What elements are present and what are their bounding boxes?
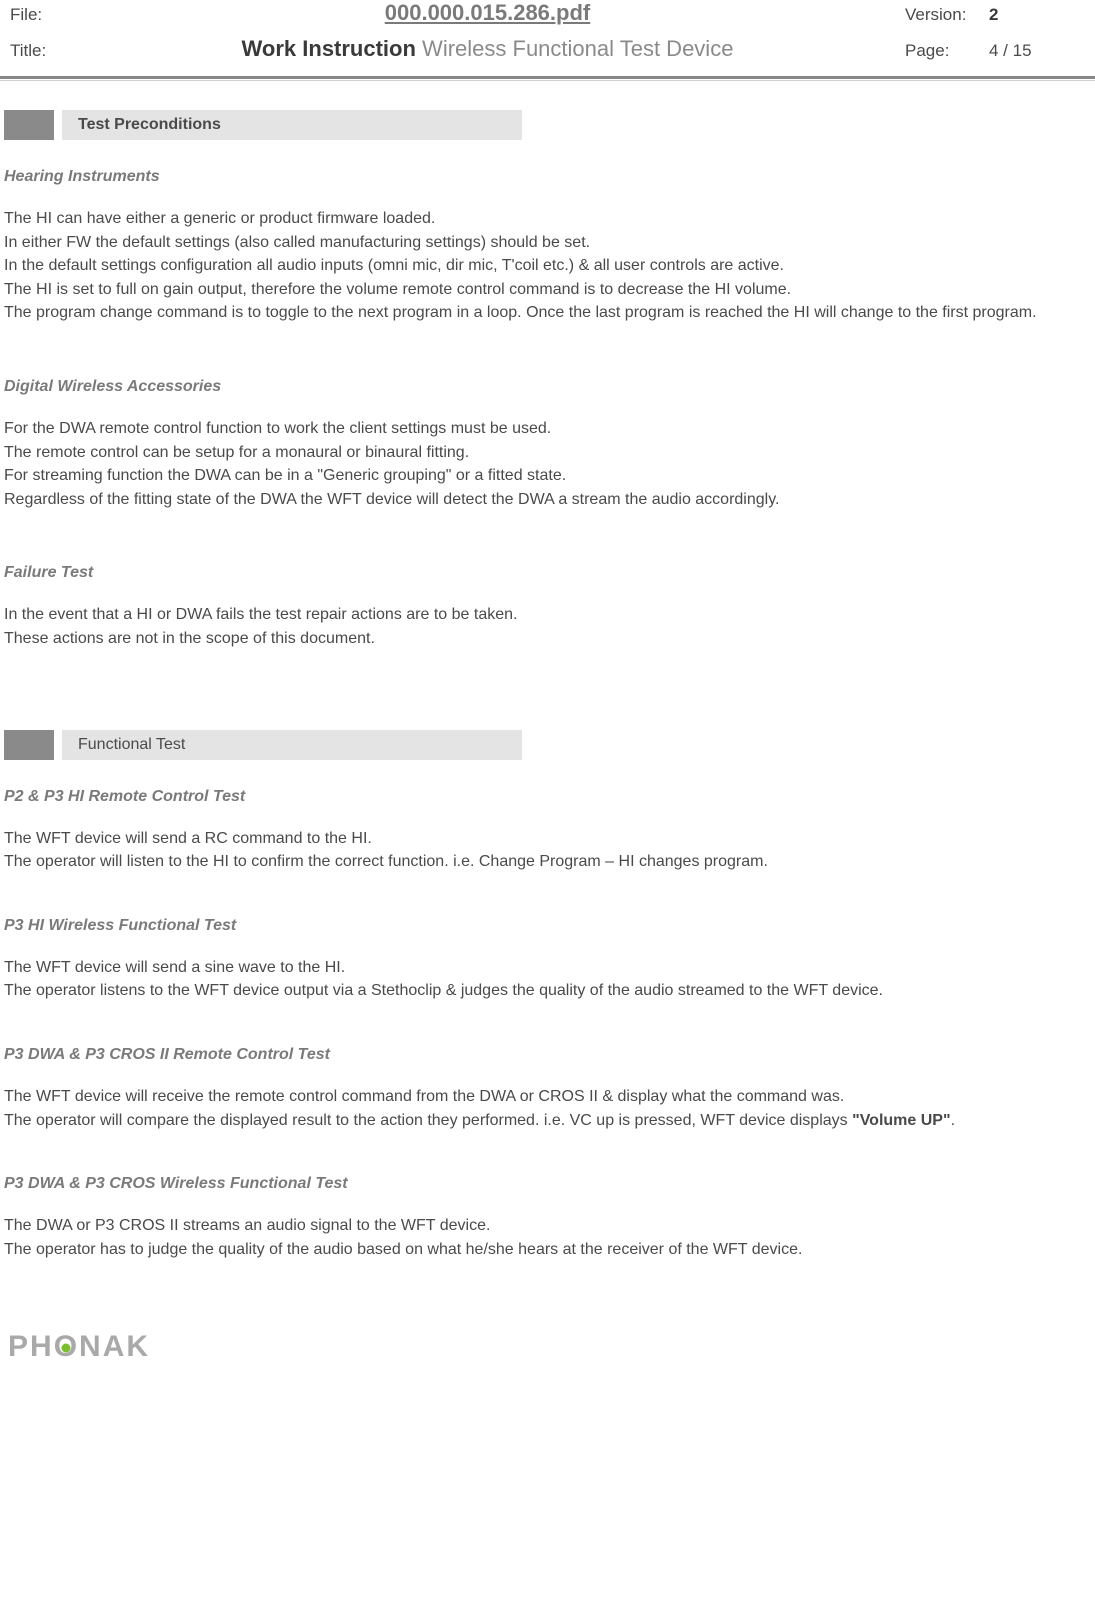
section-bar-functional: Functional Test — [4, 730, 1091, 760]
page-label: Page: — [905, 41, 975, 61]
subtitle-p3-dwa-rc: P3 DWA & P3 CROS II Remote Control Test — [4, 1046, 1091, 1064]
para: The operator will listen to the HI to co… — [4, 851, 1091, 873]
para: For the DWA remote control function to w… — [4, 418, 1091, 440]
para: The HI is set to full on gain output, th… — [4, 279, 1091, 301]
para: The operator has to judge the quality of… — [4, 1239, 1091, 1261]
subtitle-digital-wireless: Digital Wireless Accessories — [4, 378, 1091, 396]
header-row-file: File: 000.000.015.286.pdf Version: 2 — [0, 0, 1095, 26]
section-square-icon — [4, 110, 54, 140]
subtitle-p3-dwa-wft: P3 DWA & P3 CROS Wireless Functional Tes… — [4, 1175, 1091, 1193]
block-p3-wft: P3 HI Wireless Functional Test The WFT d… — [4, 917, 1091, 1002]
section-square-icon — [4, 730, 54, 760]
subtitle-failure-test: Failure Test — [4, 564, 1091, 582]
para-text: The operator will compare the displayed … — [4, 1112, 852, 1129]
subtitle-p2p3-rc: P2 & P3 HI Remote Control Test — [4, 788, 1091, 806]
para: The remote control can be setup for a mo… — [4, 442, 1091, 464]
para: The DWA or P3 CROS II streams an audio s… — [4, 1215, 1091, 1237]
footer-logo: PHONAK — [4, 1330, 1091, 1364]
version-label: Version: — [905, 5, 975, 25]
para-bold: "Volume UP" — [852, 1112, 950, 1129]
version-cell: Version: 2 — [905, 5, 1085, 25]
file-value-container: 000.000.015.286.pdf — [70, 0, 905, 26]
header-row-title: Title: Work Instruction Wireless Functio… — [0, 36, 1095, 62]
para: In either FW the default settings (also … — [4, 232, 1091, 254]
document-body: Test Preconditions Hearing Instruments T… — [0, 110, 1095, 1364]
subtitle-hearing-instruments: Hearing Instruments — [4, 168, 1091, 186]
block-hearing-instruments: Hearing Instruments The HI can have eith… — [4, 168, 1091, 324]
block-digital-wireless: Digital Wireless Accessories For the DWA… — [4, 378, 1091, 510]
para-text: . — [951, 1112, 955, 1129]
title-label: Title: — [10, 41, 70, 61]
block-p3-dwa-rc: P3 DWA & P3 CROS II Remote Control Test … — [4, 1046, 1091, 1131]
subtitle-p3-wft: P3 HI Wireless Functional Test — [4, 917, 1091, 935]
header-divider — [0, 76, 1095, 80]
block-p3-dwa-wft: P3 DWA & P3 CROS Wireless Functional Tes… — [4, 1175, 1091, 1260]
document-page: File: 000.000.015.286.pdf Version: 2 Tit… — [0, 0, 1095, 1404]
para: The WFT device will receive the remote c… — [4, 1086, 1091, 1108]
para: In the event that a HI or DWA fails the … — [4, 604, 1091, 626]
page-cell: Page: 4 / 15 — [905, 41, 1085, 61]
logo-part2: NAK — [79, 1330, 150, 1363]
title-bold: Work Instruction — [242, 36, 416, 61]
file-label: File: — [10, 5, 70, 25]
section-bar-preconditions: Test Preconditions — [4, 110, 1091, 140]
logo-o: O — [54, 1330, 79, 1364]
version-value: 2 — [989, 5, 998, 25]
page-value: 4 / 15 — [989, 41, 1032, 61]
para: The operator listens to the WFT device o… — [4, 980, 1091, 1002]
section-bar-label: Test Preconditions — [62, 110, 522, 140]
document-header: File: 000.000.015.286.pdf Version: 2 Tit… — [0, 0, 1095, 62]
para: Regardless of the fitting state of the D… — [4, 489, 1091, 511]
file-link[interactable]: 000.000.015.286.pdf — [385, 0, 590, 25]
logo-text: PHONAK — [8, 1330, 150, 1364]
para: The HI can have either a generic or prod… — [4, 208, 1091, 230]
title-value-container: Work Instruction Wireless Functional Tes… — [70, 36, 905, 62]
section-bar-label: Functional Test — [62, 730, 522, 760]
block-p2p3-rc: P2 & P3 HI Remote Control Test The WFT d… — [4, 788, 1091, 873]
para: The WFT device will send a RC command to… — [4, 828, 1091, 850]
para: In the default settings configuration al… — [4, 255, 1091, 277]
title-rest: Wireless Functional Test Device — [416, 36, 734, 61]
logo-part1: PH — [8, 1330, 54, 1363]
para: The program change command is to toggle … — [4, 302, 1091, 324]
para: The WFT device will send a sine wave to … — [4, 957, 1091, 979]
para: The operator will compare the displayed … — [4, 1110, 1091, 1132]
para: For streaming function the DWA can be in… — [4, 465, 1091, 487]
para: These actions are not in the scope of th… — [4, 628, 1091, 650]
block-failure-test: Failure Test In the event that a HI or D… — [4, 564, 1091, 649]
logo-dot-icon — [62, 1343, 71, 1352]
